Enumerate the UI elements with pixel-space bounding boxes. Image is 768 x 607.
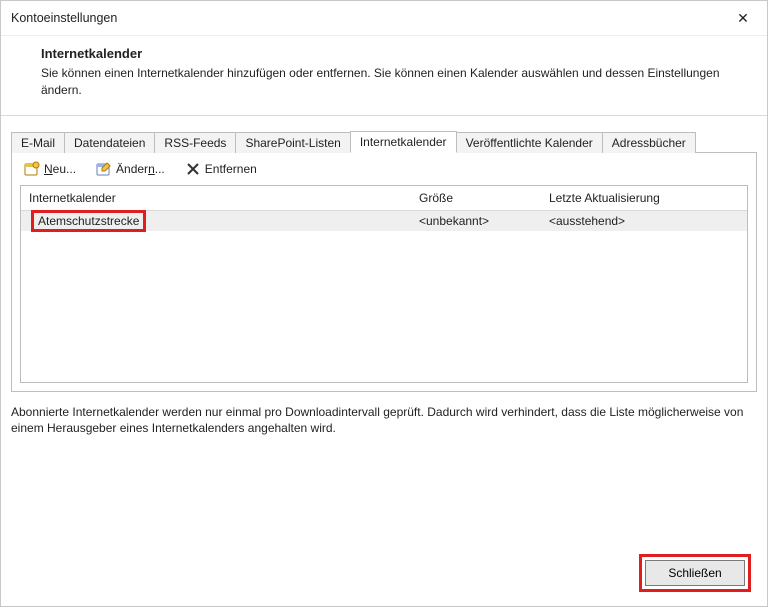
remove-icon [185, 161, 201, 177]
calendar-new-icon [24, 161, 40, 177]
tabs: E-Mail Datendateien RSS-Feeds SharePoint… [11, 128, 757, 153]
close-button-highlight: Schließen [639, 554, 751, 592]
account-settings-window: Kontoeinstellungen ✕ Internetkalender Si… [0, 0, 768, 607]
close-icon: ✕ [737, 10, 749, 27]
tabs-area: E-Mail Datendateien RSS-Feeds SharePoint… [1, 116, 767, 392]
close-button[interactable]: Schließen [645, 560, 745, 586]
list-row[interactable]: Atemschutzstrecke <unbekannt> <ausstehen… [21, 211, 747, 231]
cell-update: <ausstehend> [549, 214, 747, 228]
header-title: Internetkalender [41, 46, 727, 61]
header: Internetkalender Sie können einen Intern… [1, 36, 767, 105]
toolbar-remove-label: Entfernen [205, 162, 257, 176]
info-text: Abonnierte Internetkalender werden nur e… [1, 392, 767, 438]
tab-addressbooks[interactable]: Adressbücher [602, 132, 696, 153]
tab-email[interactable]: E-Mail [11, 132, 65, 153]
col-header-name[interactable]: Internetkalender [21, 191, 419, 205]
tab-sharepoint[interactable]: SharePoint-Listen [235, 132, 350, 153]
list-header: Internetkalender Größe Letzte Aktualisie… [21, 186, 747, 211]
calendar-list[interactable]: Internetkalender Größe Letzte Aktualisie… [20, 185, 748, 383]
toolbar-remove-button[interactable]: Entfernen [181, 159, 261, 179]
calendar-change-icon [96, 161, 112, 177]
col-header-size[interactable]: Größe [419, 191, 549, 205]
toolbar-change-button[interactable]: Ändern... [92, 159, 169, 179]
footer: Schließen [1, 554, 767, 606]
window-title: Kontoeinstellungen [11, 11, 723, 25]
tab-published-calendar[interactable]: Veröffentlichte Kalender [456, 132, 603, 153]
cell-size: <unbekannt> [419, 214, 549, 228]
toolbar: Neu... Ändern... [12, 153, 756, 185]
header-subtitle: Sie können einen Internetkalender hinzuf… [41, 65, 727, 99]
titlebar: Kontoeinstellungen ✕ [1, 1, 767, 36]
toolbar-change-label: Ändern... [116, 162, 165, 176]
toolbar-new-button[interactable]: Neu... [20, 159, 80, 179]
col-header-update[interactable]: Letzte Aktualisierung [549, 191, 747, 205]
window-close-button[interactable]: ✕ [723, 4, 763, 32]
tab-panel: Neu... Ändern... [11, 153, 757, 392]
tab-internet-calendar[interactable]: Internetkalender [350, 131, 457, 153]
calendar-name-highlight: Atemschutzstrecke [31, 210, 146, 232]
tab-rss[interactable]: RSS-Feeds [154, 132, 236, 153]
tab-datafiles[interactable]: Datendateien [64, 132, 155, 153]
toolbar-new-label: Neu... [44, 162, 76, 176]
